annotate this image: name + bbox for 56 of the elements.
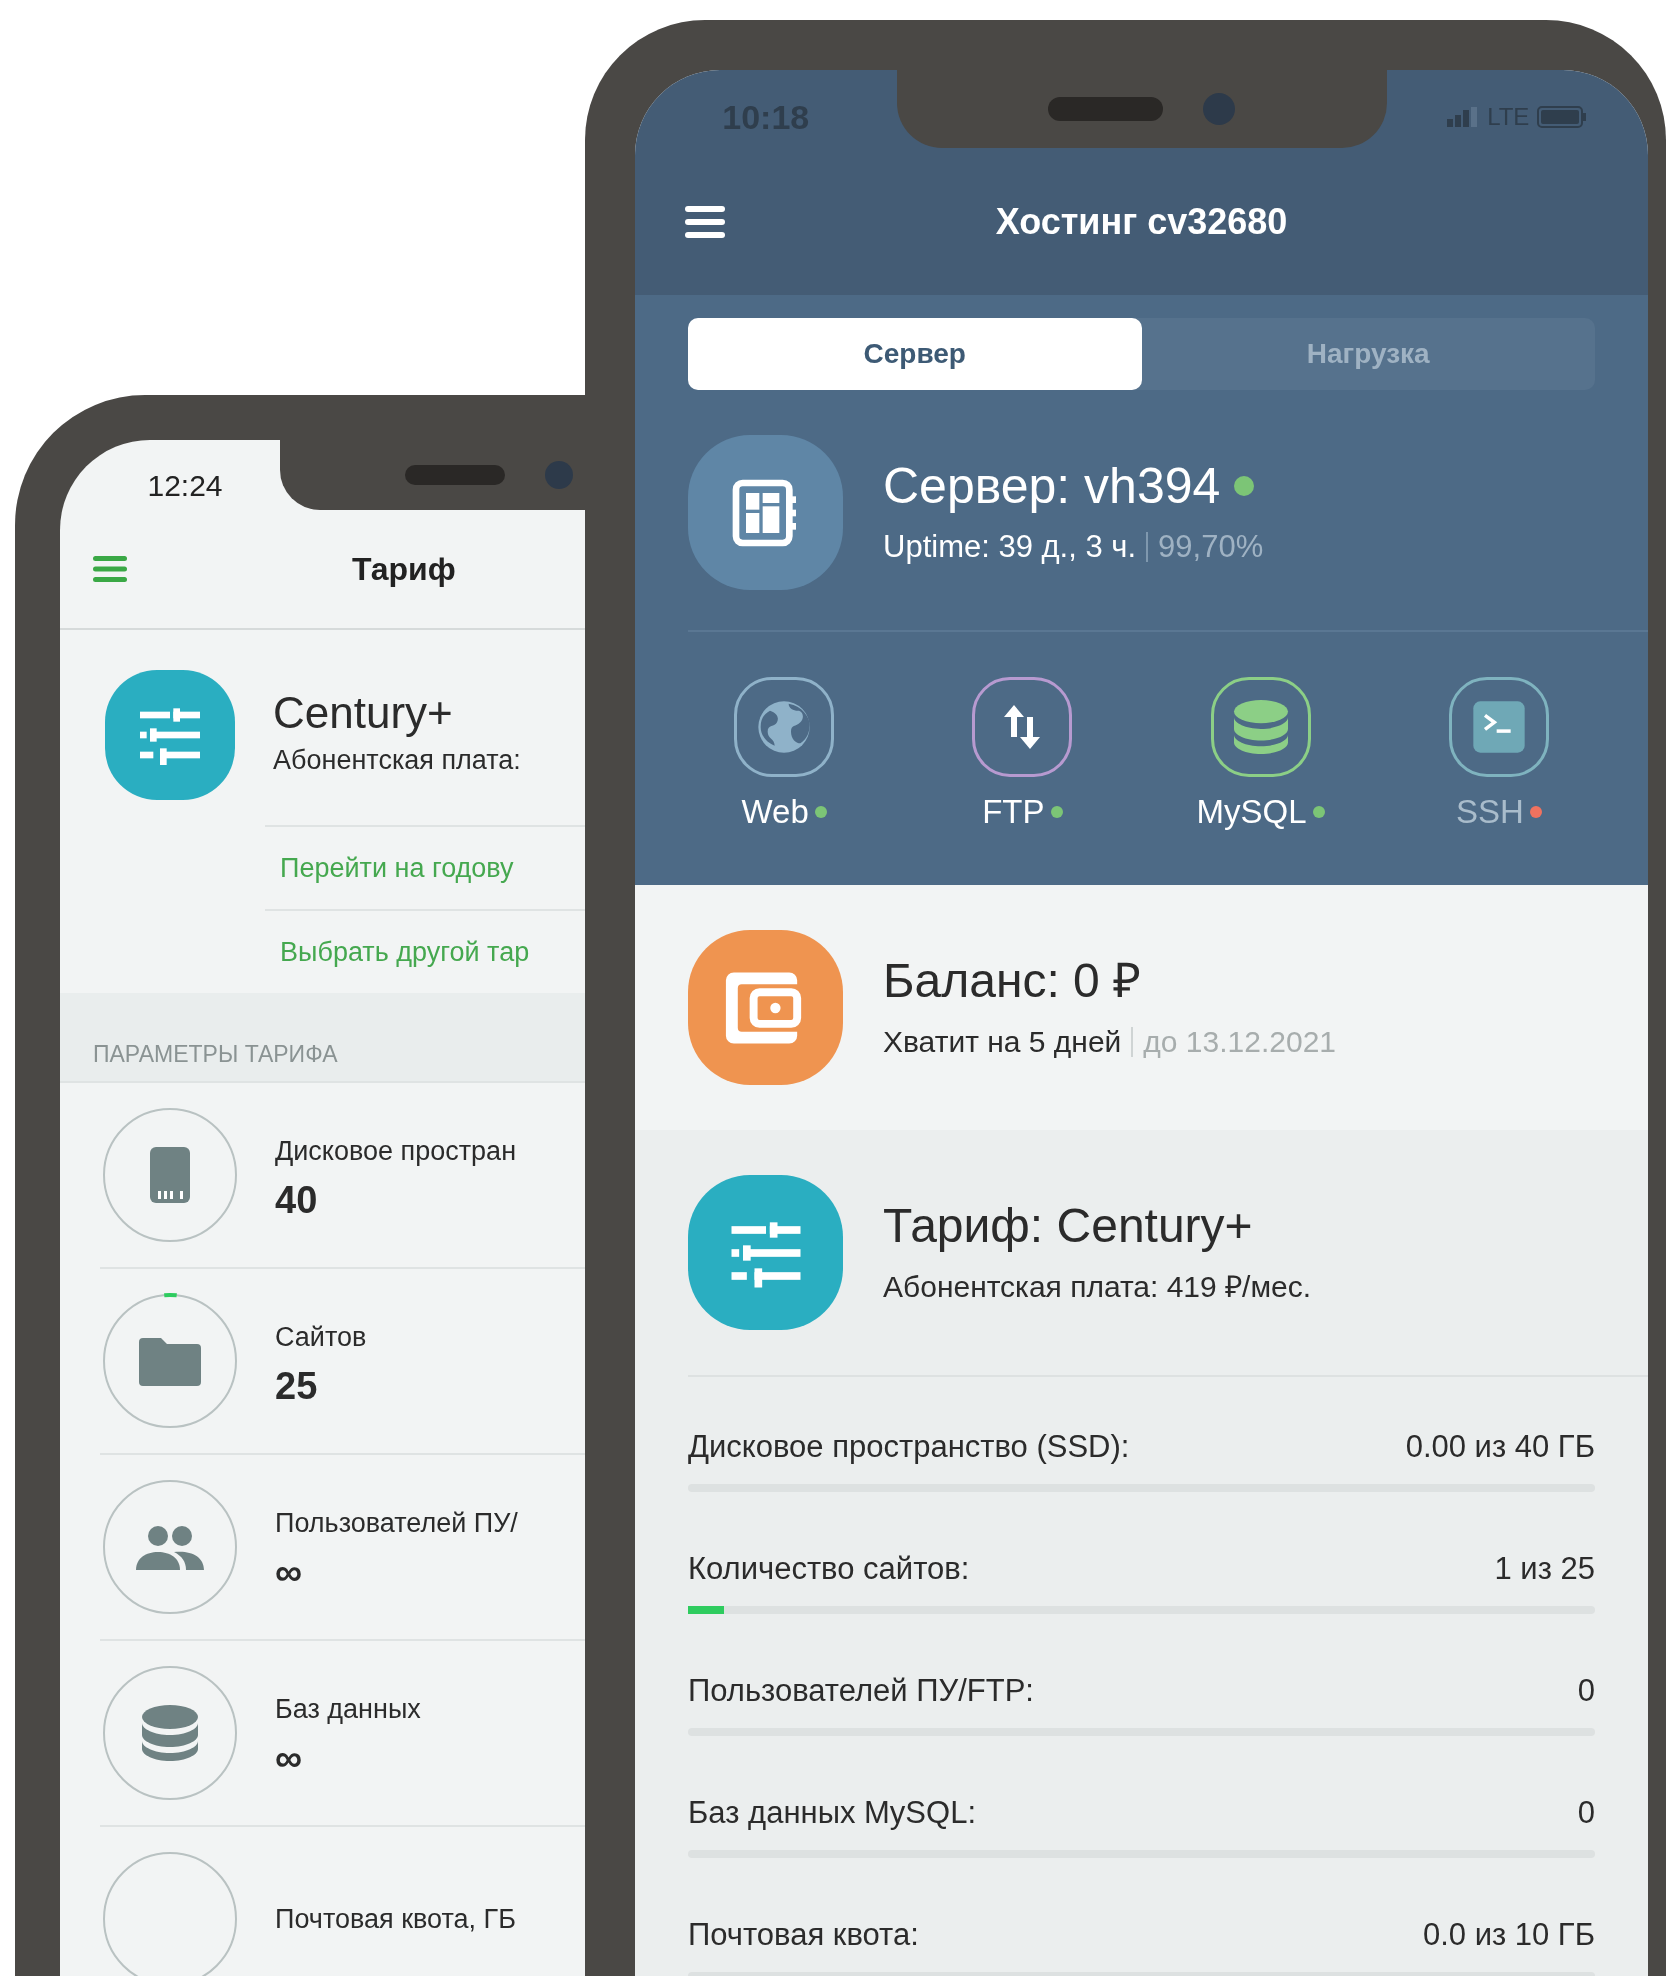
server-title: Сервер: vh394 — [883, 457, 1221, 516]
usage-label: Количество сайтов: — [688, 1549, 970, 1588]
usage-value: 0.00 из 40 ГБ — [1405, 1427, 1595, 1466]
usage-label: Пользователей ПУ/FTP: — [688, 1671, 1034, 1710]
section-title: ПАРАМЕТРЫ ТАРИФА — [93, 1039, 338, 1069]
database-icon — [141, 1705, 199, 1761]
screen-title: Хостинг cv32680 — [994, 199, 1289, 244]
folder-icon — [139, 1336, 201, 1386]
param-value: 40 — [275, 1181, 319, 1220]
balance-forecast: Хватит на 5 дней — [883, 1024, 1122, 1060]
tariff-fee: Абонентская плата: 419 ₽/мес. — [883, 1269, 1312, 1305]
param-value: ∞ — [275, 1739, 304, 1778]
param-label: Баз данных — [275, 1692, 421, 1726]
usage-value: 0.0 из 10 ГБ — [1422, 1915, 1595, 1954]
segment-tab[interactable]: Сервер — [688, 318, 1142, 390]
battery-icon — [1537, 106, 1588, 128]
status-time: 12:24 — [146, 468, 223, 504]
transfer-arrows-icon[interactable] — [972, 677, 1073, 777]
link[interactable]: Выбрать другой тар — [280, 931, 530, 973]
terminal-icon[interactable] — [1448, 677, 1549, 777]
usage-value: 1 из 25 — [1494, 1549, 1595, 1588]
availability: 99,70% — [1158, 527, 1264, 566]
tariff-title: Тариф: Century+ — [883, 1198, 1254, 1254]
segment-tab[interactable]: Нагрузка — [1141, 318, 1595, 390]
param-label: Сайтов — [275, 1320, 367, 1354]
signal-icon — [1447, 107, 1480, 127]
menu-icon[interactable] — [685, 205, 725, 238]
usage-value: 0 — [1577, 1671, 1595, 1710]
param-label: Пользователей ПУ/ — [275, 1506, 518, 1540]
service-label: Web — [741, 792, 809, 832]
screen-title: Тариф — [352, 550, 456, 589]
uptime: Uptime: 39 д., 3 ч. — [883, 527, 1137, 566]
usage-value: 0 — [1577, 1793, 1595, 1832]
users-icon — [136, 1524, 204, 1570]
database-icon[interactable] — [1210, 677, 1311, 777]
param-label: Почтовая квота, ГБ — [275, 1902, 516, 1936]
separator-line — [1146, 531, 1149, 562]
camera-lens — [1203, 93, 1235, 125]
usage-label: Дисковое пространство (SSD): — [688, 1427, 1130, 1466]
param-value: ∞ — [275, 1553, 304, 1592]
globe-icon[interactable] — [734, 677, 835, 777]
sd-card-icon — [148, 1145, 192, 1205]
service-label: SSH — [1455, 792, 1524, 832]
link[interactable]: Перейти на годову — [280, 847, 514, 889]
balance-title: Баланс: 0 ₽ — [883, 953, 1143, 1009]
service-label: FTP — [982, 792, 1045, 832]
usage-label: Почтовая квота: — [688, 1915, 919, 1954]
usage-label: Баз данных MySQL: — [688, 1793, 976, 1832]
param-value: 25 — [275, 1367, 319, 1406]
balance-until: до 13.12.2021 — [1143, 1024, 1336, 1060]
separator-line — [1131, 1026, 1134, 1057]
plan-name: Century+ — [273, 687, 454, 739]
plan-fee: Абонентская плата: — [273, 744, 521, 777]
param-label: Дисковое простран — [275, 1134, 517, 1168]
service-label: MySQL — [1196, 792, 1307, 832]
camera-lens — [545, 461, 573, 489]
